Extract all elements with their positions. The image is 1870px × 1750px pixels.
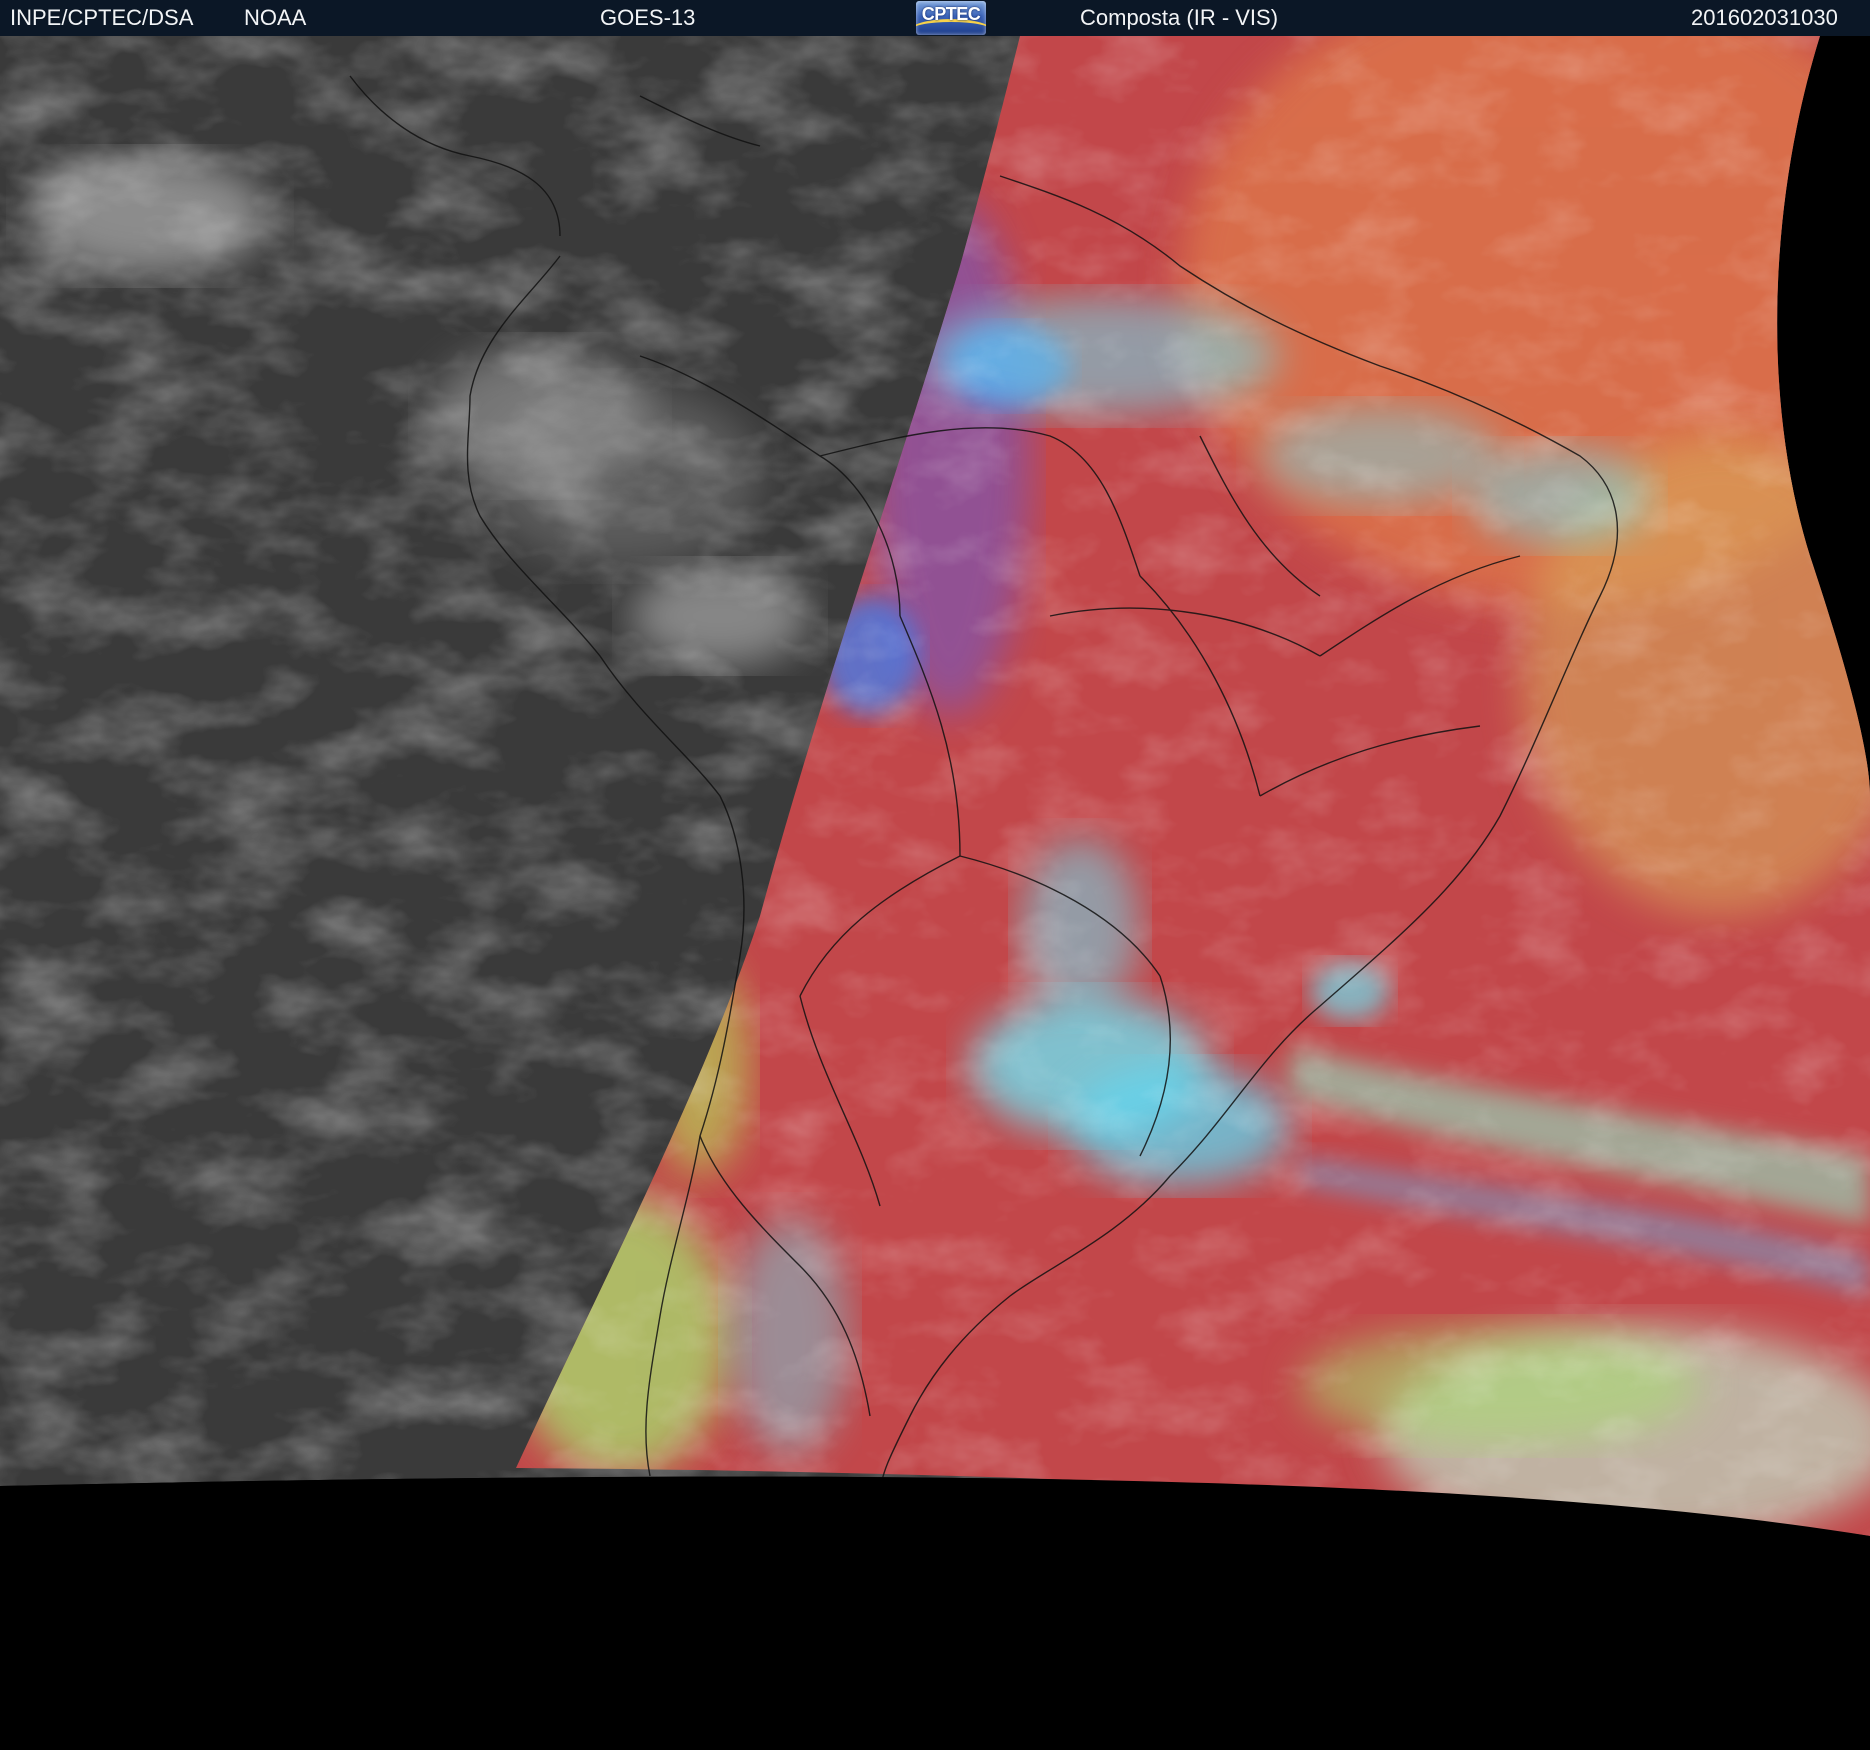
satellite-label: GOES-13 bbox=[600, 5, 696, 30]
source-label: NOAA bbox=[244, 5, 307, 30]
timestamp-label: 201602031030 bbox=[1691, 5, 1838, 30]
agency-label: INPE/CPTEC/DSA bbox=[10, 5, 194, 30]
cptec-logo: CPTEC bbox=[916, 1, 986, 35]
satellite-image bbox=[0, 36, 1870, 1750]
header-bar: INPE/CPTEC/DSA NOAA GOES-13 CPTEC Compos… bbox=[0, 0, 1870, 36]
logo-text: CPTEC bbox=[921, 4, 981, 24]
product-label: Composta (IR - VIS) bbox=[1080, 5, 1279, 30]
